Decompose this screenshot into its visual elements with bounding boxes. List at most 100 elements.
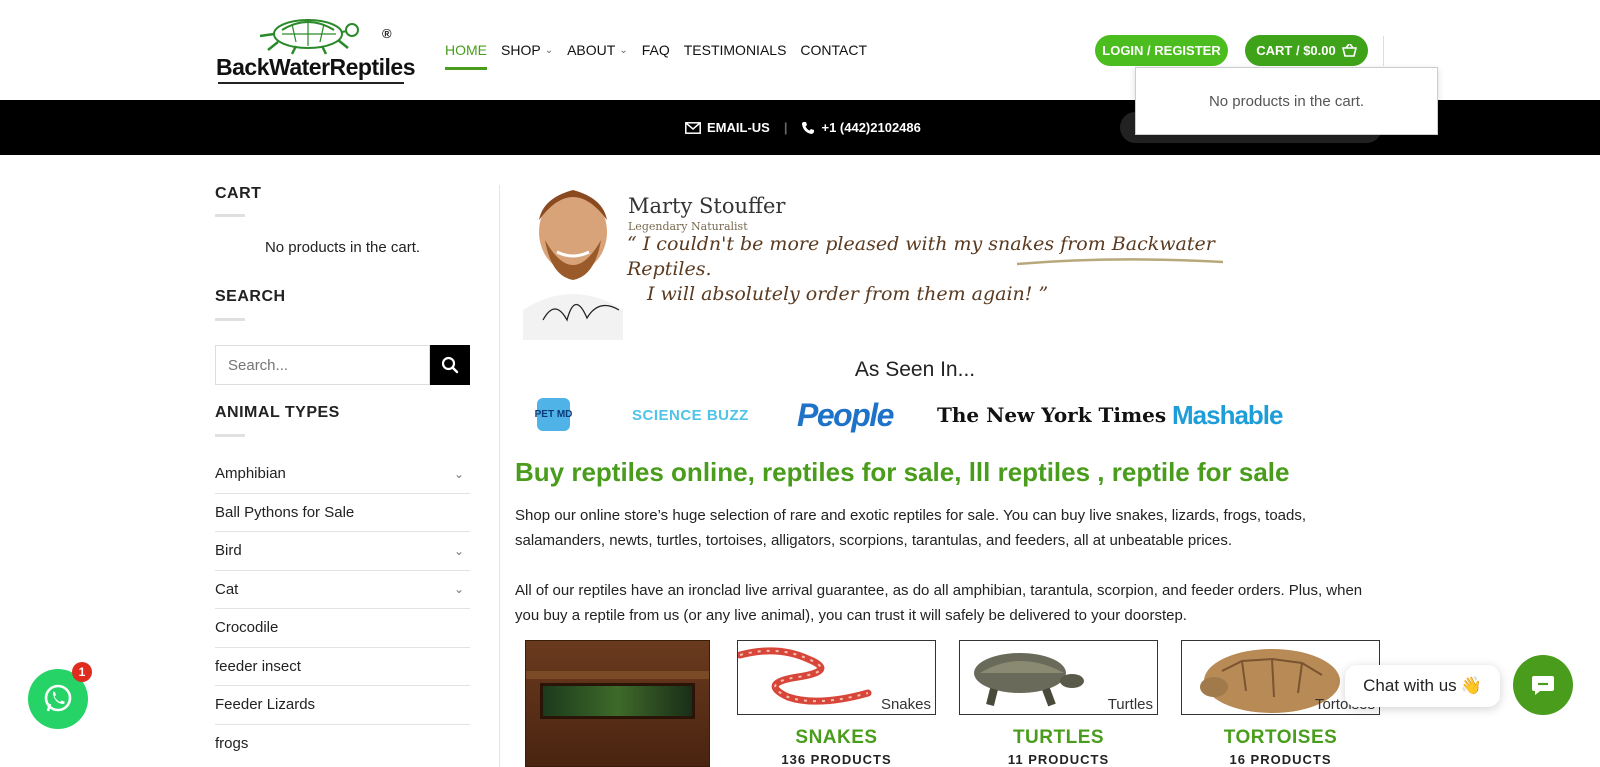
cart-widget-empty-text: No products in the cart. [264,239,421,256]
as-seen-in-title: As Seen In... [854,358,976,381]
nav-faq[interactable]: FAQ [642,0,670,100]
category-card-snakes[interactable]: Snakes SNAKES 136 PRODUCTS [737,640,936,767]
page-heading: Buy reptiles online, reptiles for sale, … [515,457,1290,487]
nav-about-label: ABOUT [567,42,616,58]
testimonial-quote: “ I couldn't be more pleased with my sna… [627,232,1235,307]
category-label: frogs [215,735,249,753]
snakes-image[interactable]: Snakes [737,640,936,715]
turtles-image[interactable]: Turtles [959,640,1158,715]
widget-title-bar [215,318,245,321]
nav-shop-label: SHOP [501,42,541,58]
login-register-button[interactable]: LOGIN / REGISTER [1095,35,1228,66]
nav-contact[interactable]: CONTACT [800,0,867,100]
logo-underline [218,82,404,84]
terrarium-cabinet-image[interactable] [525,640,710,767]
phone-link[interactable]: +1 (442)2102486 [801,120,921,135]
nav-about[interactable]: ABOUT ⌄ [567,0,628,100]
category-title[interactable]: TORTOISES [1181,727,1380,749]
nav-testimonials[interactable]: TESTIMONIALS [684,0,787,100]
science-buzz-logo: SCIENCE BUZZ [632,406,749,424]
cart-widget-title: CART [215,185,262,202]
cart-dropdown-empty-text: No products in the cart. [1208,92,1365,110]
animal-types-title: ANIMAL TYPES [215,404,340,421]
sidebar-search-button[interactable] [430,345,470,385]
cart-dropdown: No products in the cart. [1135,67,1438,135]
category-label: Cat [215,580,239,598]
nav-faq-label: FAQ [641,42,670,58]
category-item-ball-pythons[interactable]: Ball Pythons for Sale [215,494,470,532]
category-item-cat[interactable]: Cat ⌄ [215,571,470,609]
chat-button[interactable] [1513,655,1573,715]
phone-icon [802,121,815,134]
category-title[interactable]: TURTLES [959,727,1158,749]
chat-with-us-bubble[interactable]: Chat with us 👋 [1345,665,1500,707]
category-item-crocodile[interactable]: Crocodile [215,609,470,648]
category-item-amphibian[interactable]: Amphibian ⌄ [215,455,470,494]
cart-button-label: CART / $0.00 [1256,43,1336,58]
chat-label: Chat with us [1363,676,1457,695]
category-label: feeder insect [215,657,301,675]
main-nav: HOME SHOP ⌄ ABOUT ⌄ FAQ TESTIMONIALS CONTA… [445,0,881,100]
widget-title-bar [215,434,245,437]
chat-icon [1532,676,1554,695]
email-link[interactable]: EMAIL-US [685,120,770,135]
nav-shop[interactable]: SHOP ⌄ [501,0,553,100]
category-item-feeder-lizards[interactable]: Feeder Lizards [215,686,470,725]
petmd-logo: PET MD [535,398,572,431]
category-count: 16 PRODUCTS [1229,752,1332,767]
animal-types-list: Amphibian ⌄ Ball Pythons for Sale Bird ⌄ C… [215,455,470,763]
sidebar: CART No products in the cart. SEARCH ANI… [215,155,470,767]
cart-button[interactable]: CART / $0.00 [1245,35,1368,66]
logo-text: BackWaterReptiles [216,54,416,80]
nav-home[interactable]: HOME [445,0,487,100]
quote-underline-swoosh [1016,258,1224,266]
turtles-image-label: Turtles [1107,696,1153,713]
testimonial-name: Marty Stouffer [628,194,786,218]
turtle-logo-icon [259,19,359,55]
chevron-down-icon[interactable]: ⌄ [454,544,464,558]
nav-home-label: HOME [445,42,487,58]
category-label: Crocodile [215,619,279,637]
registered-mark: ® [382,26,392,41]
widget-title-bar [215,214,245,217]
guarantee-paragraph: All of our reptiles have an ironclad liv… [515,582,1363,624]
press-logos: PET MD SCIENCE BUZZ People The New York … [535,395,1317,435]
category-count: 11 PRODUCTS [1007,752,1110,767]
chevron-down-icon: ⌄ [619,44,628,56]
category-label: Bird [215,542,242,560]
envelope-icon [685,121,701,134]
sidebar-search-input[interactable] [215,345,430,385]
header-divider [1383,36,1384,66]
chevron-down-icon: ⌄ [544,44,554,56]
category-item-frogs[interactable]: frogs [215,725,470,764]
people-logo: People [797,396,894,433]
whatsapp-icon [44,684,72,712]
sidebar-divider [499,185,500,767]
search-icon [441,356,459,374]
intro-paragraph: Shop our online store’s huge selection o… [515,507,1307,549]
testimonial-quote-line2: I will absolutely order from them again!… [647,283,1049,305]
category-label: Amphibian [215,465,286,483]
nav-contact-label: CONTACT [800,42,868,58]
testimonial-banner: Marty Stouffer Legendary Naturalist “ I … [515,180,1235,340]
nav-testimonials-label: TESTIMONIALS [683,42,787,58]
phone-label: +1 (442)2102486 [821,120,921,135]
contact-links: EMAIL-US | +1 (442)2102486 [685,100,921,155]
main-content: Marty Stouffer Legendary Naturalist “ I … [515,180,1385,767]
nyt-logo: The New York Times [937,403,1167,427]
category-card-turtles[interactable]: Turtles TURTLES 11 PRODUCTS [959,640,1158,767]
site-logo[interactable]: ® BackWaterReptiles [216,12,416,88]
chevron-down-icon[interactable]: ⌄ [454,467,464,481]
category-title[interactable]: SNAKES [737,727,936,749]
topbar-separator: | [783,120,788,135]
search-widget-title: SEARCH [215,288,286,305]
snakes-image-label: Snakes [880,696,931,713]
naturalist-portrait-image [523,190,623,340]
cabinet-trim [526,671,709,679]
category-label: Feeder Lizards [215,696,316,714]
category-item-bird[interactable]: Bird ⌄ [215,532,470,571]
category-item-feeder-insect[interactable]: feeder insect [215,648,470,686]
whatsapp-notification-badge: 1 [72,662,92,682]
chevron-down-icon[interactable]: ⌄ [454,582,464,596]
waving-hand-icon: 👋 [1460,676,1482,695]
